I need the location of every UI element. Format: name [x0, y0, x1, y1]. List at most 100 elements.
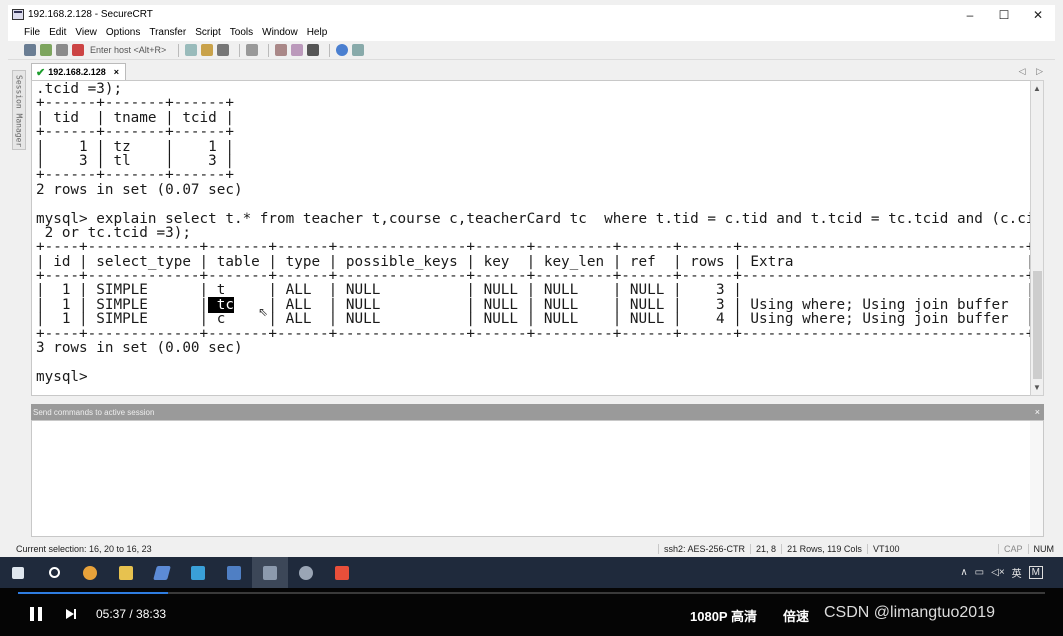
taskbar-explorer[interactable] [108, 557, 144, 588]
video-time: 05:37 / 38:33 [96, 607, 167, 621]
status-cipher: ssh2: AES-256-CTR [658, 543, 750, 554]
quick-connect-icon[interactable] [40, 44, 52, 56]
toolbar-separator [268, 43, 270, 57]
terminal-output[interactable]: .tcid =3); +------+-------+------+ | tid |… [31, 80, 1031, 396]
toolbar-separator [239, 43, 241, 57]
title-bar: 192.168.2.128 - SecureCRT – ☐ ✕ [8, 5, 1055, 24]
command-window-scrollbar[interactable] [1030, 421, 1043, 536]
status-terminal-size: 21 Rows, 119 Cols [781, 543, 867, 554]
global-options-icon[interactable] [291, 44, 304, 56]
menu-script[interactable]: Script [195, 27, 221, 38]
terminal-line: 3 rows in set (0.00 sec) [36, 340, 243, 357]
toolbar-separator [329, 43, 331, 57]
status-session-info: ssh2: AES-256-CTR 21, 8 21 Rows, 119 Col… [658, 543, 905, 554]
menu-window[interactable]: Window [262, 27, 298, 38]
menu-options[interactable]: Options [106, 27, 140, 38]
pause-icon[interactable] [30, 607, 42, 621]
session-tab-bar: ✔ 192.168.2.128 × ◁ ▷ [31, 62, 1055, 80]
tab-scroll-arrows[interactable]: ◁ ▷ [1019, 66, 1047, 77]
toolbar-separator [178, 43, 180, 57]
quality-selector[interactable]: 1080P 高清 [690, 606, 757, 625]
close-button[interactable]: ✕ [1021, 8, 1055, 22]
window-title: 192.168.2.128 - SecureCRT [28, 9, 153, 20]
terminal-line: mysql> [36, 368, 88, 385]
system-tray: ∧ ▭ ◁× 英 M [953, 557, 1043, 588]
terminal-line: +------+-------+------+ [36, 167, 234, 184]
status-terminal-type: VT100 [866, 543, 905, 554]
terminal-line: | 1 | SIMPLE | t | ALL | NULL | NULL | N… [36, 282, 1031, 299]
connect-tab-icon[interactable] [56, 44, 68, 56]
toolbar: Enter host <Alt+R> [8, 41, 1055, 60]
taskbar-app-9[interactable] [324, 557, 360, 588]
menu-tools[interactable]: Tools [230, 27, 253, 38]
keymap-icon[interactable] [307, 44, 320, 56]
editor-icon [191, 565, 205, 580]
terminal-line: +----+-------------+-------+------+-----… [36, 268, 1031, 285]
taskbar-app-5[interactable] [180, 557, 216, 588]
help-icon[interactable] [336, 44, 349, 56]
menu-transfer[interactable]: Transfer [149, 27, 186, 38]
terminal-line: | 1 | tz | 1 | [36, 138, 234, 155]
search-button[interactable] [36, 557, 72, 588]
taskbar-app-8[interactable] [288, 557, 324, 588]
terminal-line: mysql> explain select t.* from teacher t… [36, 210, 1031, 227]
terminal-scrollbar[interactable]: ▲ ▼ [1030, 80, 1044, 396]
connected-check-icon: ✔ [36, 66, 46, 79]
volume-icon[interactable]: ◁× [991, 567, 1005, 578]
command-window-input[interactable] [31, 420, 1044, 537]
feather-icon [299, 565, 313, 580]
taskbar-chrome[interactable] [72, 557, 108, 588]
status-cursor-position: 21, 8 [750, 543, 781, 554]
scroll-down-icon[interactable]: ▼ [1033, 383, 1041, 392]
video-progress-bar[interactable] [18, 592, 1045, 594]
copy-icon[interactable] [185, 44, 198, 56]
next-icon[interactable] [66, 607, 78, 621]
terminal-line: | 1 | SIMPLE | tc | ALL | NULL | NULL | … [36, 296, 1031, 313]
print-icon[interactable] [246, 44, 259, 56]
host-input[interactable]: Enter host <Alt+R> [90, 45, 166, 55]
menu-help[interactable]: Help [307, 27, 328, 38]
minimize-button[interactable]: – [953, 8, 987, 22]
terminal-line: .tcid =3); [36, 81, 123, 97]
securecrt-app-icon [12, 9, 24, 20]
connect-icon[interactable] [24, 44, 36, 56]
folder-icon [119, 565, 133, 580]
session-options-icon[interactable] [275, 44, 288, 56]
session-manager-icon[interactable] [352, 44, 365, 56]
status-selection: Current selection: 16, 20 to 16, 23 [16, 543, 152, 554]
disconnect-icon[interactable] [72, 44, 84, 56]
terminal-line: | 3 | tl | 3 | [36, 152, 234, 169]
tab-session-192-168-2-128[interactable]: ✔ 192.168.2.128 × [31, 63, 127, 80]
notes-icon [153, 565, 171, 580]
scrollbar-thumb[interactable] [1033, 271, 1042, 379]
terminal-line: +----+-------------+-------+------+-----… [36, 239, 1031, 256]
find-icon[interactable] [217, 44, 230, 56]
restore-button[interactable]: ☐ [987, 8, 1021, 22]
menu-view[interactable]: View [75, 27, 97, 38]
terminal-line: +------+-------+------+ [36, 95, 234, 112]
input-method-indicator[interactable]: M [1028, 566, 1043, 579]
tray-expand-icon[interactable]: ∧ [960, 567, 967, 578]
taskbar-app-6[interactable] [216, 557, 252, 588]
menu-edit[interactable]: Edit [49, 27, 66, 38]
network-icon[interactable]: ▭ [975, 567, 984, 578]
command-window-title: Send commands to active session [33, 407, 155, 417]
watermark: CSDN @limangtuo2019 [824, 604, 995, 621]
tab-close-icon[interactable]: × [114, 67, 119, 77]
session-manager-panel-tab[interactable]: Session Manager [12, 70, 26, 150]
windows-logo-icon [12, 566, 24, 579]
monitor-icon [227, 565, 241, 580]
securecrt-window: 192.168.2.128 - SecureCRT – ☐ ✕ File Edi… [0, 0, 1063, 557]
start-button[interactable] [0, 557, 36, 588]
speed-selector[interactable]: 倍速 [783, 606, 809, 625]
input-language[interactable]: 英 [1012, 565, 1022, 580]
menu-file[interactable]: File [24, 27, 40, 38]
command-window-close-icon[interactable]: × [1035, 407, 1040, 417]
scroll-up-icon[interactable]: ▲ [1033, 84, 1041, 93]
taskbar-securecrt[interactable] [252, 557, 288, 588]
taskbar-app-4[interactable] [144, 557, 180, 588]
paste-icon[interactable] [201, 44, 214, 56]
status-num-lock: NUM [1027, 543, 1060, 554]
